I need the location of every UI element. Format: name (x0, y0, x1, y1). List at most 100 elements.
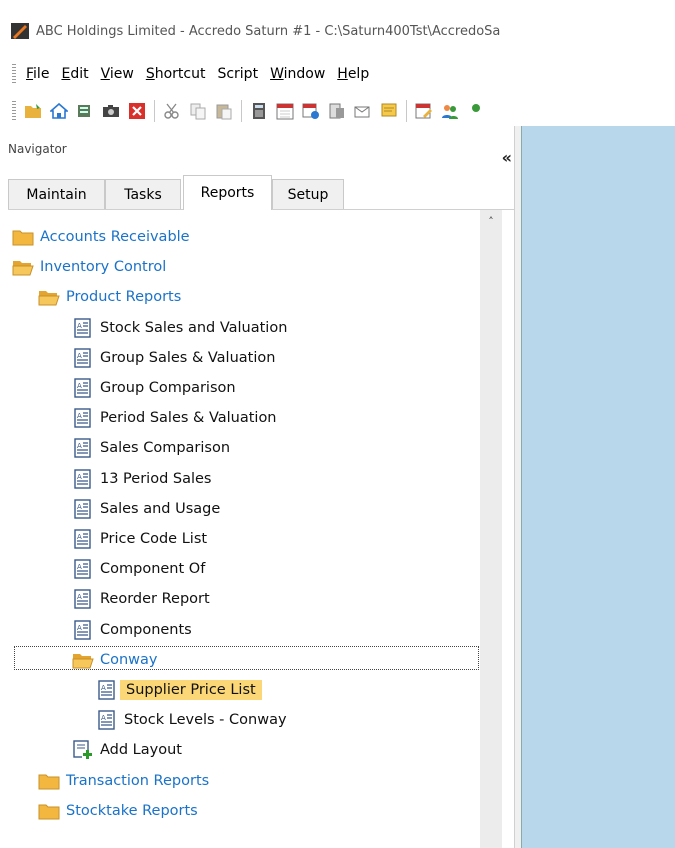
report-icon: A (96, 710, 118, 730)
tree-item-label: Conway (100, 651, 158, 668)
tree-item-label: Price Code List (100, 531, 208, 547)
scroll-up-icon[interactable]: ˄ (480, 210, 502, 232)
camera-icon[interactable] (101, 101, 121, 121)
tree-item-sales-and-usage[interactable]: A Sales and Usage (72, 496, 220, 522)
svg-text:A: A (77, 593, 82, 601)
report-icon: A (72, 408, 94, 428)
svg-text:A: A (77, 382, 82, 390)
calendar-icon[interactable] (275, 101, 295, 121)
tree-item-group-comparison[interactable]: A Group Comparison (72, 375, 236, 401)
tree-item-stocktake-reports[interactable]: Stocktake Reports (38, 798, 198, 824)
tree-item-label: Group Sales & Valuation (100, 349, 276, 366)
copy-icon[interactable] (188, 101, 208, 121)
menu-item[interactable]: Help (331, 66, 375, 82)
svg-text:A: A (77, 352, 82, 360)
folder-open-icon (72, 650, 94, 670)
navigator-header: Navigator « (8, 138, 514, 167)
close-icon[interactable] (127, 101, 147, 121)
cut-icon[interactable] (162, 101, 182, 121)
tree-item-label: Period Sales & Valuation (100, 410, 277, 427)
menu-item[interactable]: Window (264, 66, 331, 82)
svg-text:A: A (101, 714, 106, 722)
envelope-icon[interactable] (353, 101, 373, 121)
menu-item[interactable]: File (20, 66, 55, 82)
tab-setup[interactable]: Setup (272, 179, 344, 209)
folder-open-icon (38, 287, 60, 307)
tree-item-component-of[interactable]: A Component Of (72, 556, 205, 582)
navigator-title: Navigator (8, 142, 67, 156)
calculator-icon[interactable] (249, 101, 269, 121)
tree-item-label: Add Layout (100, 742, 182, 759)
tree-item-product-reports[interactable]: Product Reports (38, 284, 181, 310)
menu-item[interactable]: View (95, 66, 140, 82)
toolbar-separator (241, 100, 242, 122)
menu-item[interactable]: Edit (55, 66, 94, 82)
menu-item[interactable]: Shortcut (140, 66, 212, 82)
tree-item-inventory-control[interactable]: Inventory Control (12, 254, 166, 280)
svg-text:A: A (101, 684, 106, 692)
tree-item-stock-levels-conway[interactable]: A Stock Levels - Conway (96, 707, 287, 733)
tree-item-price-code-list[interactable]: A Price Code List (72, 526, 207, 552)
report-icon: A (72, 529, 94, 549)
tree-item-label: Accounts Receivable (40, 229, 190, 245)
spreadsheet-icon[interactable] (75, 101, 95, 121)
open-folder-icon[interactable] (23, 101, 43, 121)
report-icon: A (72, 378, 94, 398)
tree-item-label: Component Of (100, 561, 206, 578)
tree-item-label: Group Comparison (100, 380, 236, 396)
tree-item-group-sales-valuation[interactable]: A Group Sales & Valuation (72, 345, 275, 371)
folder-icon (38, 771, 60, 791)
tree-item-supplier-price-list[interactable]: A Supplier Price List (96, 677, 262, 703)
tree-item-sales-comparison[interactable]: A Sales Comparison (72, 435, 230, 461)
report-icon: A (72, 348, 94, 368)
user-icon[interactable] (466, 101, 486, 121)
toolbar (8, 96, 675, 126)
app-icon (11, 23, 29, 39)
svg-text:A: A (77, 473, 82, 481)
tree-item-label: Sales Comparison (100, 440, 231, 457)
tree-item-stock-sales-and-valuation[interactable]: A Stock Sales and Valuation (72, 315, 287, 341)
tree-item-accounts-receivable[interactable]: Accounts Receivable (12, 224, 190, 250)
note-icon[interactable] (379, 101, 399, 121)
report-icon: A (72, 589, 94, 610)
tree-item-reorder-report[interactable]: A Reorder Report (72, 586, 210, 612)
folder-icon (12, 227, 34, 247)
vertical-scrollbar[interactable]: ˄ (480, 210, 502, 848)
tree-item-period-sales-valuation[interactable]: A Period Sales & Valuation (72, 405, 277, 431)
report-icon: A (96, 680, 118, 700)
tree-item-label: Components (100, 621, 192, 638)
tree-item-13-period-sales[interactable]: A 13 Period Sales (72, 466, 211, 492)
calendar-info-icon[interactable] (301, 101, 321, 121)
tab-reports[interactable]: Reports (183, 175, 272, 210)
folder-open-icon (12, 257, 34, 277)
workspace-pane (521, 126, 675, 848)
report-icon: A (72, 468, 94, 489)
window-title: ABC Holdings Limited - Accredo Saturn #1… (36, 23, 501, 39)
tab-tasks[interactable]: Tasks (105, 179, 181, 209)
tree-item-transaction-reports[interactable]: Transaction Reports (38, 768, 209, 794)
tab-maintain[interactable]: Maintain (8, 179, 105, 209)
tree-item-components[interactable]: A Components (72, 617, 192, 643)
tree-item-add-layout[interactable]: Add Layout (72, 737, 182, 763)
tree-item-label: Stock Levels - Conway (124, 712, 287, 729)
tree-item-label: 13 Period Sales (100, 470, 212, 487)
tree-item-label: Sales and Usage (100, 500, 221, 517)
report-tree[interactable]: Accounts Receivable Inventory Control Prod… (8, 210, 480, 848)
paste-icon[interactable] (214, 101, 234, 121)
folder-icon (38, 801, 60, 821)
users-icon[interactable] (440, 101, 460, 121)
toolbar-separator (406, 100, 407, 122)
menu-item[interactable]: Script (211, 66, 264, 82)
edit-calendar-icon[interactable] (414, 101, 434, 121)
add-layout-icon (72, 740, 94, 760)
document-scanner-icon[interactable] (327, 101, 347, 121)
collapse-navigator-button[interactable]: « (502, 148, 512, 167)
tree-item-conway[interactable]: Conway (72, 647, 158, 673)
svg-text:A: A (77, 442, 82, 450)
home-icon[interactable] (49, 101, 69, 121)
report-icon: A (72, 438, 94, 459)
navigator-tabs: Maintain Tasks Reports Setup (8, 175, 514, 210)
tree-item-label: Supplier Price List (120, 680, 262, 700)
svg-text:A: A (77, 503, 82, 511)
menu-grip (12, 64, 16, 84)
